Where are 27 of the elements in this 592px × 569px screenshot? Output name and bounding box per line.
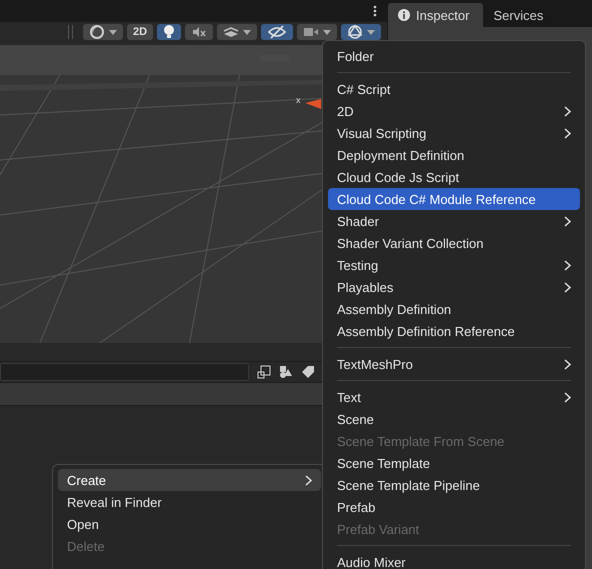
menu-item[interactable]: Cloud Code Js Script [328,166,580,188]
menu-item[interactable]: Prefab [328,496,580,518]
panel-tab[interactable]: Inspector [388,3,484,27]
menu-item[interactable]: Scene Template Pipeline [328,474,580,496]
menu-item[interactable]: Visual Scripting [328,122,580,144]
menu-item[interactable]: 2D [328,100,580,122]
menu-item[interactable]: C# Script [328,78,580,100]
menu-item[interactable]: Create [58,469,321,491]
menu-item[interactable]: Playables [328,276,580,298]
menu-item[interactable]: Deployment Definition [328,144,580,166]
menu-item[interactable]: Assembly Definition Reference [328,320,580,342]
panel-tab[interactable]: Services [483,3,558,27]
menu-item[interactable]: Cloud Code C# Module Reference [328,188,580,210]
menu-item[interactable]: Scene [328,408,580,430]
menu-item[interactable]: Testing [328,254,580,276]
menu-item[interactable]: Scene Template [328,452,580,474]
menu-item[interactable]: Folder [328,45,580,67]
menu-item[interactable]: Audio Mixer [328,551,580,569]
menu-item[interactable]: Open [58,513,321,535]
dimension-toggle[interactable]: 2D [127,24,154,40]
menu-item[interactable]: Text [328,386,580,408]
menu-item[interactable]: Assembly Definition [328,298,580,320]
menu-item[interactable]: Shader Variant Collection [328,232,580,254]
menu-item[interactable]: TextMeshPro [328,353,580,375]
menu-item[interactable]: Reveal in Finder [58,491,321,513]
menu-item[interactable]: Shader [328,210,580,232]
axis-label: x [296,95,300,105]
